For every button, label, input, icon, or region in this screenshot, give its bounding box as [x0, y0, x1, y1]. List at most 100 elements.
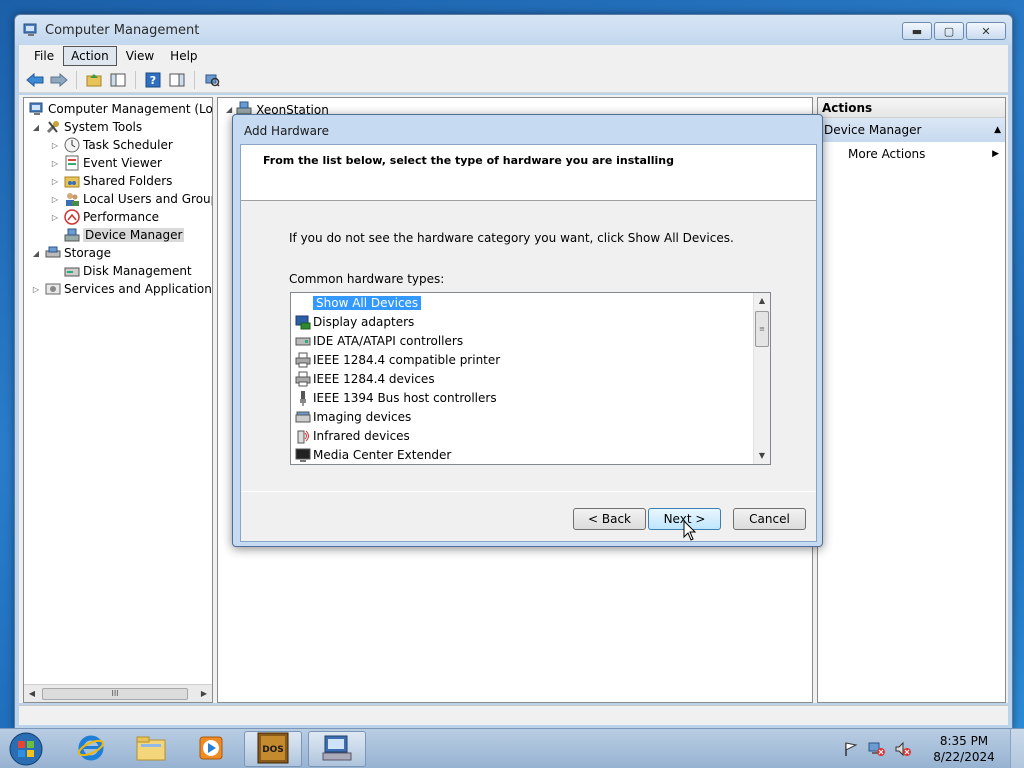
taskbar-media-player[interactable]: [182, 731, 240, 767]
tree-item-label: Local Users and Groups: [83, 192, 213, 206]
expanded-arrow-icon[interactable]: ◢: [226, 105, 232, 114]
back-arrow-icon[interactable]: [25, 70, 45, 90]
scroll-down-icon[interactable]: ▼: [754, 448, 770, 464]
clock-icon: [64, 137, 80, 153]
display-adapter-icon: [295, 314, 311, 330]
computer-management-icon: [321, 733, 353, 766]
show-hide-console-tree-icon[interactable]: [108, 70, 128, 90]
forward-arrow-icon[interactable]: [49, 70, 69, 90]
list-item-show-all-devices[interactable]: Show All Devices: [295, 293, 422, 312]
list-item-media-center-extender[interactable]: Media Center Extender: [295, 445, 451, 464]
tree-item-computer-management[interactable]: Computer Management (Local: [26, 100, 213, 118]
tree-item-shared-folders[interactable]: ▷ Shared Folders: [49, 172, 172, 190]
list-item-infrared-devices[interactable]: Infrared devices: [295, 426, 410, 445]
action-center-flag-icon[interactable]: [842, 740, 860, 758]
volume-muted-icon[interactable]: [894, 740, 912, 758]
collapsed-arrow-icon[interactable]: ▷: [49, 213, 61, 222]
menu-view[interactable]: View: [119, 47, 161, 65]
submenu-arrow-icon: ▶: [992, 149, 999, 159]
dialog-title: Add Hardware: [244, 124, 329, 138]
scroll-thumb[interactable]: ≡: [755, 311, 769, 347]
tree-item-event-viewer[interactable]: ▷ Event Viewer: [49, 154, 162, 172]
console-tree: Computer Management (Local ◢ System Tool…: [23, 97, 213, 703]
menu-action[interactable]: Action: [63, 46, 117, 66]
list-item-label: Imaging devices: [313, 409, 412, 424]
menu-bar: File Action View Help: [19, 45, 1008, 67]
list-item-ieee-1284-4-devices[interactable]: IEEE 1284.4 devices: [295, 369, 435, 388]
tree-item-services-and-applications[interactable]: ▷ Services and Applications: [30, 280, 212, 298]
list-item-display-adapters[interactable]: Display adapters: [295, 312, 414, 331]
tree-item-task-scheduler[interactable]: ▷ Task Scheduler: [49, 136, 173, 154]
tree-item-performance[interactable]: ▷ Performance: [49, 208, 159, 226]
back-button[interactable]: < Back: [573, 508, 646, 530]
dosbox-icon: DOS: [257, 732, 289, 767]
shared-folder-icon: [64, 173, 80, 189]
scroll-thumb[interactable]: III: [42, 688, 188, 700]
hardware-type-list[interactable]: Show All Devices Display adapters IDE AT…: [290, 292, 771, 465]
tree-item-label: System Tools: [64, 120, 143, 134]
dialog-heading: From the list below, select the type of …: [263, 154, 674, 167]
performance-icon: [64, 209, 80, 225]
dialog-separator: [241, 491, 816, 492]
help-icon[interactable]: ?: [143, 70, 163, 90]
computer-management-icon: [23, 22, 39, 38]
tree-item-label: Shared Folders: [83, 174, 173, 188]
scroll-right-icon[interactable]: ▶: [196, 689, 212, 698]
list-item-ieee-1284-4-compatible-printer[interactable]: IEEE 1284.4 compatible printer: [295, 350, 500, 369]
taskbar-computer-management[interactable]: [308, 731, 366, 767]
list-item-label: IEEE 1394 Bus host controllers: [313, 390, 497, 405]
system-tray: 8:35 PM 8/22/2024: [838, 729, 1024, 768]
more-actions-item[interactable]: More Actions ▶: [818, 142, 1005, 166]
scroll-left-icon[interactable]: ◀: [24, 689, 40, 698]
menu-help[interactable]: Help: [163, 47, 204, 65]
collapse-arrow-icon[interactable]: ▲: [994, 125, 1001, 135]
tree-item-label: Computer Management (Local: [48, 102, 213, 116]
list-item-ieee-1394-bus-host-controllers[interactable]: IEEE 1394 Bus host controllers: [295, 388, 497, 407]
taskbar-internet-explorer[interactable]: [62, 731, 120, 767]
tree-item-storage[interactable]: ◢ Storage: [30, 244, 111, 262]
taskbar-dosbox[interactable]: DOS: [244, 731, 302, 767]
collapsed-arrow-icon[interactable]: ▷: [49, 177, 61, 186]
tree-item-local-users-and-groups[interactable]: ▷ Local Users and Groups: [49, 190, 213, 208]
collapsed-arrow-icon[interactable]: ▷: [49, 195, 61, 204]
minimize-button[interactable]: ▬: [902, 22, 932, 40]
tree-item-label: Event Viewer: [83, 156, 162, 170]
menu-file[interactable]: File: [27, 47, 61, 65]
network-disconnected-icon[interactable]: [868, 740, 886, 758]
up-folder-icon[interactable]: [84, 70, 104, 90]
list-item-imaging-devices[interactable]: Imaging devices: [295, 407, 411, 426]
dialog-body: From the list below, select the type of …: [240, 144, 817, 542]
close-button[interactable]: ✕: [966, 22, 1006, 40]
disk-icon: [64, 263, 80, 279]
tree-item-label: Disk Management: [83, 264, 192, 278]
collapsed-arrow-icon[interactable]: ▷: [30, 285, 42, 294]
cancel-button[interactable]: Cancel: [733, 508, 806, 530]
actions-section-device-manager[interactable]: Device Manager ▲: [818, 118, 1005, 142]
horizontal-scrollbar[interactable]: ◀ III ▶: [24, 684, 212, 702]
tree-item-disk-management[interactable]: Disk Management: [49, 262, 192, 280]
taskbar-windows-explorer[interactable]: [122, 731, 180, 767]
tree-item-system-tools[interactable]: ◢ System Tools: [30, 118, 142, 136]
actions-section-label: Device Manager: [824, 123, 922, 137]
tree-item-label: Task Scheduler: [83, 138, 173, 152]
clock[interactable]: 8:35 PM 8/22/2024: [924, 733, 1004, 765]
status-bar: [19, 705, 1008, 725]
expanded-arrow-icon[interactable]: ◢: [30, 123, 42, 132]
svg-text:?: ?: [150, 74, 156, 87]
collapsed-arrow-icon[interactable]: ▷: [49, 159, 61, 168]
scan-hardware-icon[interactable]: [202, 70, 222, 90]
list-item-ide-ata-atapi-controllers[interactable]: IDE ATA/ATAPI controllers: [295, 331, 463, 350]
maximize-button[interactable]: ▢: [934, 22, 964, 40]
start-button[interactable]: [6, 731, 46, 767]
device-manager-icon: [64, 227, 80, 243]
infrared-icon: [295, 428, 311, 444]
expanded-arrow-icon[interactable]: ◢: [30, 249, 42, 258]
scroll-up-icon[interactable]: ▲: [754, 293, 770, 309]
title-bar[interactable]: Computer Management ▬ ▢ ✕: [15, 15, 1012, 45]
collapsed-arrow-icon[interactable]: ▷: [49, 141, 61, 150]
show-hide-action-pane-icon[interactable]: [167, 70, 187, 90]
storage-icon: [45, 245, 61, 261]
tree-item-device-manager[interactable]: Device Manager: [49, 226, 185, 244]
vertical-scrollbar[interactable]: ▲ ≡ ▼: [753, 293, 770, 464]
show-desktop-button[interactable]: [1010, 729, 1024, 768]
